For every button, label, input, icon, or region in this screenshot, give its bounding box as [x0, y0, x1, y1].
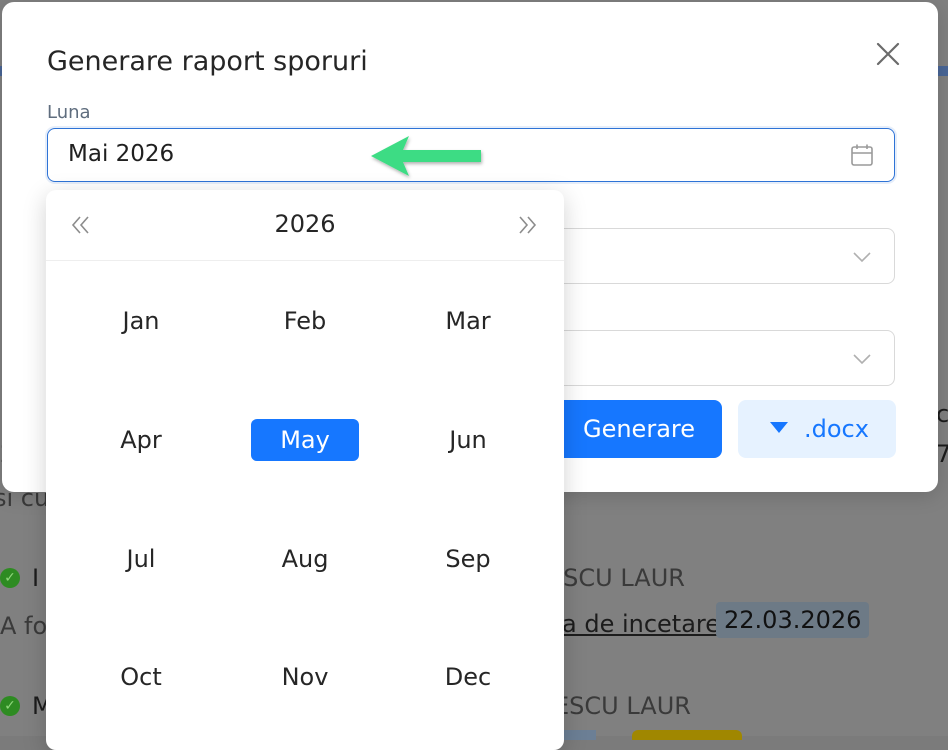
- month-cell-mar[interactable]: Mar: [414, 300, 522, 342]
- modal-title: Generare raport sporuri: [47, 46, 368, 77]
- month-cell-jun[interactable]: Jun: [414, 419, 522, 461]
- background-item-title: I: [32, 564, 40, 592]
- month-cell-jul[interactable]: Jul: [87, 538, 195, 580]
- month-cell-dec[interactable]: Dec: [414, 656, 522, 698]
- month-value[interactable]: Mai 2026: [68, 141, 174, 167]
- chevron-down-icon[interactable]: [852, 349, 872, 369]
- month-cell-feb[interactable]: Feb: [251, 300, 359, 342]
- month-cell-jan[interactable]: Jan: [87, 300, 195, 342]
- check-icon: ✓: [0, 568, 20, 588]
- close-icon[interactable]: [874, 40, 902, 68]
- month-cell-nov[interactable]: Nov: [251, 656, 359, 698]
- year-label[interactable]: 2026: [46, 210, 564, 238]
- month-picker-panel: 2026 Jan Feb Mar Apr May Jun Jul Aug Sep…: [46, 190, 564, 750]
- month-field-label: Luna: [47, 102, 91, 123]
- format-dropdown-button[interactable]: .docx: [738, 400, 896, 458]
- background-date-chip: 22.03.2026: [716, 602, 870, 638]
- background-tag: [560, 730, 596, 740]
- month-cell-oct[interactable]: Oct: [87, 656, 195, 698]
- background-item-owner: ESCU LAUR: [548, 564, 685, 592]
- month-cell-aug[interactable]: Aug: [251, 538, 359, 580]
- month-cell-sep[interactable]: Sep: [414, 538, 522, 580]
- month-cell-may[interactable]: May: [251, 419, 359, 461]
- background-item-link[interactable]: a de incetare: [562, 610, 720, 638]
- chevron-down-icon[interactable]: [852, 247, 872, 267]
- double-right-icon[interactable]: [512, 210, 542, 240]
- check-icon: ✓: [0, 696, 20, 716]
- background-tag: [632, 730, 742, 740]
- calendar-icon[interactable]: [850, 143, 874, 167]
- background-item-owner: ESCU LAUR: [554, 692, 691, 720]
- month-cell-apr[interactable]: Apr: [87, 419, 195, 461]
- generate-button[interactable]: Generare: [556, 400, 722, 458]
- format-label: .docx: [804, 415, 869, 443]
- picker-header: 2026: [46, 190, 564, 261]
- caret-down-icon: [770, 422, 788, 433]
- arrow-left-icon: [371, 136, 481, 176]
